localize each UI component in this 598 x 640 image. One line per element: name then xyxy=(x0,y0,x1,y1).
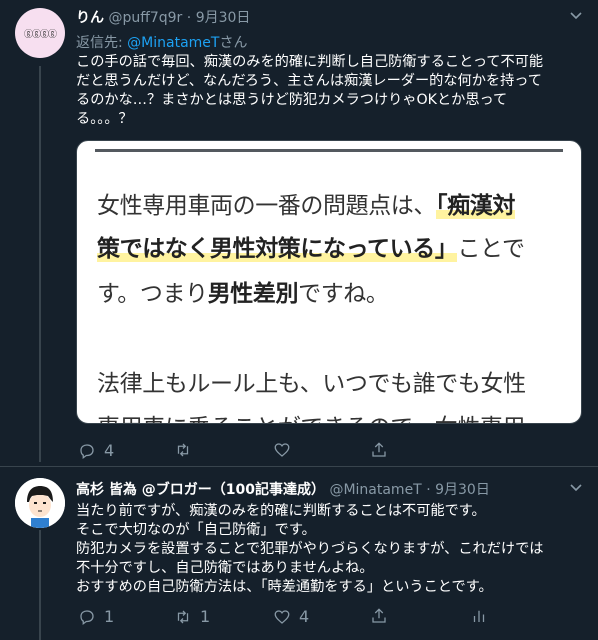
tweet-header: 高杉 皆為 @ブロガー（100記事達成） @MinatameT · 9月30日 xyxy=(76,481,490,499)
image-text-line: す。つまり男性差別ですね。 xyxy=(97,279,389,309)
share-icon xyxy=(372,442,386,457)
tweet-line: この手の話で毎回、痴漢のみを的確に判断し自己防衛することって不可能 xyxy=(76,54,544,70)
tweet-text: 当たり前ですが、痴漢のみを的確に判断することは不可能です。 そこで大切なのが「自… xyxy=(76,502,543,597)
avatar-illustration xyxy=(15,478,65,528)
image-text-line: 策ではなく男性対策になっている」ことで xyxy=(97,234,525,264)
tweet-line: る。。。？ xyxy=(76,111,133,127)
attached-image[interactable]: 女性専用車両の一番の問題点は、「痴漢対 策ではなく男性対策になっている」ことで … xyxy=(76,140,582,424)
avatar[interactable] xyxy=(15,478,65,528)
image-text-line: 専用車に乗ることができるので、女性専用 xyxy=(97,413,525,423)
avatar-face: ⓖⓖⓖⓖ xyxy=(23,29,57,40)
share-button[interactable] xyxy=(370,607,388,625)
tweet-line: 当たり前ですが、痴漢のみを的確に判断することは不可能です。 xyxy=(76,503,486,519)
image-bold: 男性差別 xyxy=(207,281,299,307)
chevron-down-icon[interactable] xyxy=(570,482,582,497)
retweet-count: 1 xyxy=(200,607,211,626)
handle[interactable]: @puff7q9r xyxy=(108,10,182,26)
reply-prefix: 返信先: xyxy=(76,35,123,51)
separator-dot: · xyxy=(426,482,431,498)
reply-button[interactable]: 4 xyxy=(78,441,114,460)
display-name[interactable]: 高杉 皆為 @ブロガー（100記事達成） xyxy=(76,482,325,498)
tweet-line: 不十分ですし、自己防衛ではありませんよね。 xyxy=(76,560,374,576)
tweet-date[interactable]: 9月30日 xyxy=(196,10,251,26)
image-text: 法律上もルール上も、いつでも誰でも女性 xyxy=(97,371,526,397)
image-text: 女性専用車両の一番の問題点は、 xyxy=(97,193,437,219)
heart-icon xyxy=(274,443,290,457)
thread-line xyxy=(39,66,41,462)
reply-count: 1 xyxy=(104,607,115,626)
display-name[interactable]: りん xyxy=(76,10,104,26)
avatar[interactable]: ⓖⓖⓖⓖ xyxy=(15,8,65,58)
tweet-line: おすすめの自己防衛方法は、「時差通勤をする」ということです。 xyxy=(76,579,493,595)
chevron-down-icon[interactable] xyxy=(570,10,582,25)
reply-suffix: さん xyxy=(219,35,248,51)
image-text: す。つまり xyxy=(97,281,208,307)
image-text: 専用車に乗ることができるので、女性専用 xyxy=(97,415,525,423)
like-button[interactable]: 4 xyxy=(273,607,309,626)
reply-button[interactable]: 1 xyxy=(78,607,114,626)
image-highlight: 策ではなく男性対策になっている」 xyxy=(97,236,458,262)
share-icon xyxy=(372,608,386,623)
tweet-divider xyxy=(0,466,598,467)
retweet-button[interactable] xyxy=(174,441,200,459)
retweet-button[interactable]: 1 xyxy=(174,607,210,626)
tweet-date[interactable]: 9月30日 xyxy=(435,482,490,498)
tweet-header: りん @puff7q9r · 9月30日 xyxy=(76,9,250,27)
tweet-line: だと思うんだけど、なんだろう、主さんは痴漢レーダー的な何かを持って xyxy=(76,73,542,89)
image-text: ことで xyxy=(457,236,525,262)
image-text-line: 女性専用車両の一番の問題点は、「痴漢対 xyxy=(97,191,515,221)
image-highlight: 「痴漢対 xyxy=(436,193,515,219)
handle[interactable]: @MinatameT xyxy=(329,482,421,498)
reply-to: 返信先: @MinatameTさん xyxy=(76,32,247,52)
retweet-icon xyxy=(177,443,189,457)
retweet-icon xyxy=(177,610,189,623)
analytics-button[interactable] xyxy=(470,607,488,625)
thread-line xyxy=(39,530,41,640)
like-count: 4 xyxy=(299,607,310,626)
image-text: ですね。 xyxy=(298,281,389,307)
heart-icon xyxy=(274,609,290,624)
reply-count: 4 xyxy=(104,441,115,460)
tweet-line: そこで大切なのが「自己防衛」です。 xyxy=(76,522,316,538)
tweet-line: るのかな…？まさかとは思うけど防犯カメラつけりゃOKとか思って xyxy=(76,92,508,108)
reply-icon xyxy=(80,443,94,459)
separator-dot: · xyxy=(186,10,192,26)
reply-icon xyxy=(80,609,94,625)
like-button[interactable] xyxy=(273,441,299,459)
image-text-line: 法律上もルール上も、いつでも誰でも女性 xyxy=(97,369,526,399)
tweet-text: この手の話で毎回、痴漢のみを的確に判断し自己防衛することって不可能 だと思うんだ… xyxy=(76,53,543,129)
share-button[interactable] xyxy=(370,441,388,459)
tweet-line: 防犯カメラを設置することで犯罪がやりづらくなりますが、これだけでは xyxy=(76,541,544,557)
reply-to-link[interactable]: @MinatameT xyxy=(127,35,219,51)
analytics-icon xyxy=(473,610,485,622)
image-top-rule xyxy=(95,149,563,152)
